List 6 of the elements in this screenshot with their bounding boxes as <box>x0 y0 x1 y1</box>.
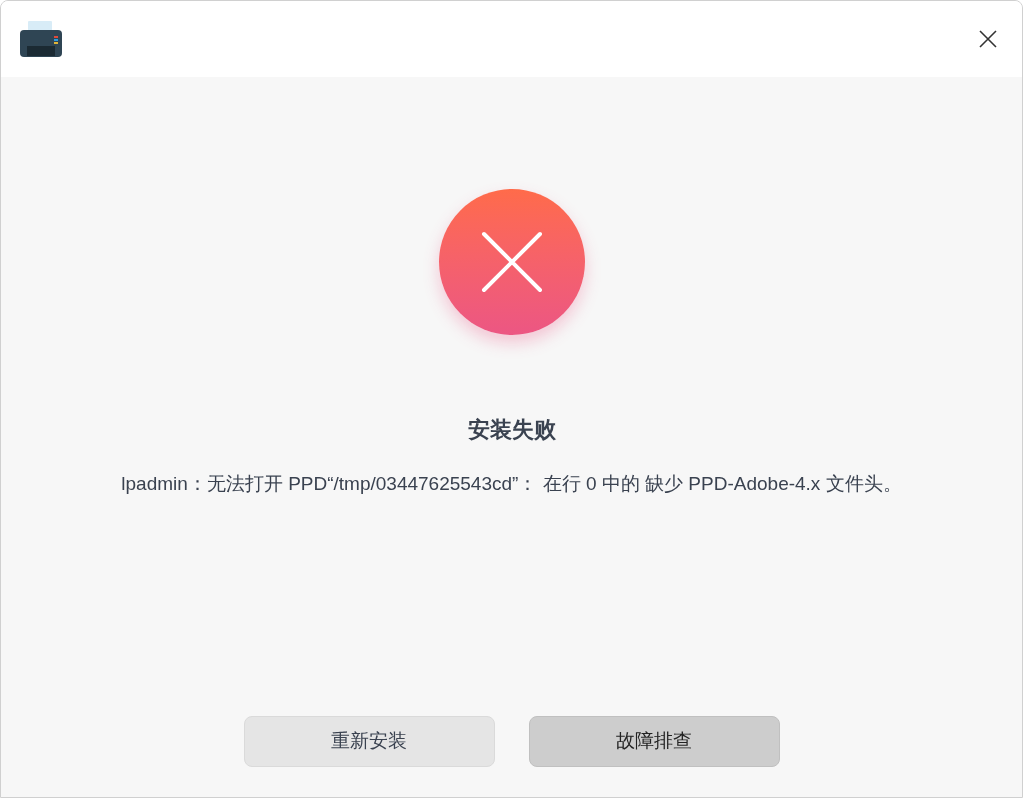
printer-icon <box>19 19 63 59</box>
error-message: lpadmin：无法打开 PPD“/tmp/03447625543cd”： 在行 0 中的 缺少 PPD-Adobe-4.x 文件头。 <box>120 472 903 496</box>
dialog-button[interactable]: 重新安装 <box>243 716 495 767</box>
dialog-button[interactable]: 故障排查 <box>528 716 780 767</box>
close-icon <box>979 30 997 48</box>
error-title: 安装失败 <box>467 416 556 444</box>
